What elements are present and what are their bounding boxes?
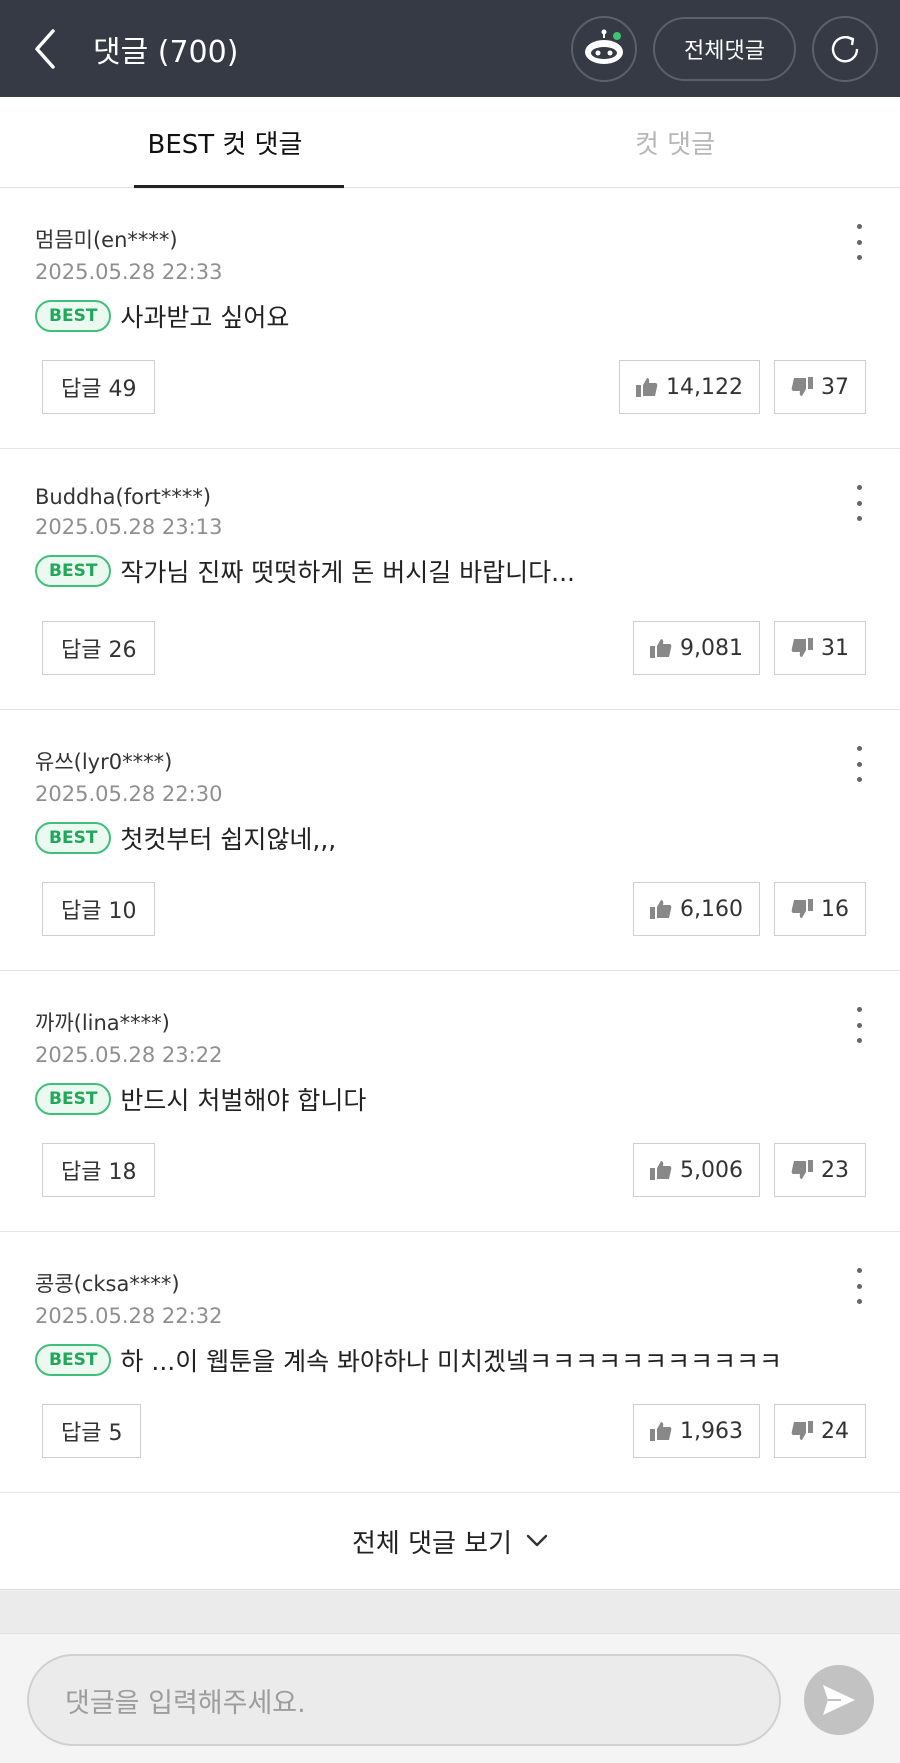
comment-date: 2025.05.28 22:32 — [35, 1304, 223, 1328]
dislike-button[interactable]: 31 — [774, 621, 866, 675]
dislike-count: 16 — [821, 896, 849, 922]
dislike-count: 31 — [821, 635, 849, 661]
page-title: 댓글 (700) — [93, 34, 239, 70]
like-count: 5,006 — [680, 1157, 743, 1183]
all-comments-button[interactable]: 전체댓글 — [653, 16, 796, 81]
like-button[interactable]: 9,081 — [633, 621, 760, 675]
comment-date: 2025.05.28 23:22 — [35, 1043, 223, 1067]
refresh-button[interactable] — [812, 15, 878, 82]
back-button[interactable] — [0, 0, 90, 97]
more-options-icon[interactable] — [848, 485, 870, 521]
tab-best-cut-comments[interactable]: BEST 컷 댓글 — [0, 97, 450, 187]
notification-dot — [613, 31, 621, 40]
reply-button[interactable]: 답글 18 — [42, 1143, 156, 1197]
thumbs-down-icon — [791, 1421, 813, 1440]
comment-text: 하 ...이 웹툰을 계속 봐야하나 미치겠넼ㅋㅋㅋㅋㅋㅋㅋㅋㅋㅋㅋ — [120, 1347, 782, 1376]
thumbs-up-icon — [650, 900, 672, 919]
comment-composer: 댓글을 입력해주세요. — [0, 1633, 900, 1763]
like-count: 1,963 — [680, 1418, 743, 1444]
comment-text: 사과받고 싶어요 — [120, 303, 290, 332]
reply-button[interactable]: 답글 26 — [42, 621, 156, 675]
comment-author: 유쓰(lyr0****) — [35, 750, 173, 774]
tab-label: 컷 댓글 — [634, 129, 716, 160]
comment-date: 2025.05.28 23:13 — [35, 515, 223, 539]
chevron-down-icon — [526, 1534, 548, 1547]
thumbs-down-icon — [791, 899, 813, 918]
best-comments-list: 멈믐미(en****) 2025.05.28 22:33 BEST 사과받고 싶… — [0, 188, 900, 1493]
view-all-comments-button[interactable]: 전체 댓글 보기 — [0, 1493, 900, 1590]
like-count: 6,160 — [680, 896, 743, 922]
section-divider — [0, 1591, 900, 1633]
dislike-count: 37 — [821, 374, 849, 400]
thumbs-up-icon — [650, 1422, 672, 1441]
reply-button[interactable]: 답글 5 — [42, 1404, 142, 1458]
comment-author: 멈믐미(en****) — [35, 228, 178, 252]
comment-item: 멈믐미(en****) 2025.05.28 22:33 BEST 사과받고 싶… — [0, 188, 900, 449]
thumbs-down-icon — [791, 377, 813, 396]
best-badge: BEST — [35, 555, 112, 587]
best-badge: BEST — [35, 1083, 112, 1115]
dislike-button[interactable]: 16 — [774, 882, 866, 936]
comment-item: 까까(lina****) 2025.05.28 23:22 BEST 반드시 처… — [0, 971, 900, 1232]
thumbs-down-icon — [791, 638, 813, 657]
comment-author: 까까(lina****) — [35, 1011, 170, 1035]
comment-text: 작가님 진짜 떳떳하게 돈 버시길 바랍니다... — [120, 558, 575, 587]
tab-cut-comments[interactable]: 컷 댓글 — [450, 97, 900, 187]
comment-item: Buddha(fort****) 2025.05.28 23:13 BEST 작… — [0, 449, 900, 710]
comment-tabs: BEST 컷 댓글 컷 댓글 — [0, 97, 900, 189]
comment-author: 콩콩(cksa****) — [35, 1272, 180, 1296]
more-options-icon[interactable] — [848, 746, 870, 782]
reply-button[interactable]: 답글 10 — [42, 882, 156, 936]
more-options-icon[interactable] — [848, 1268, 870, 1304]
send-icon — [823, 1685, 855, 1715]
like-button[interactable]: 14,122 — [619, 360, 760, 414]
top-bar: 댓글 (700) 전체댓글 — [0, 0, 900, 97]
thumbs-up-icon — [650, 1161, 672, 1180]
comment-author: Buddha(fort****) — [35, 485, 212, 509]
dislike-button[interactable]: 24 — [774, 1404, 866, 1458]
like-count: 9,081 — [680, 635, 743, 661]
like-count: 14,122 — [666, 374, 743, 400]
comment-item: 유쓰(lyr0****) 2025.05.28 22:30 BEST 첫컷부터 … — [0, 710, 900, 971]
clean-bot-button[interactable] — [571, 15, 637, 82]
comment-text: 반드시 처벌해야 합니다 — [120, 1086, 367, 1115]
comment-item: 콩콩(cksa****) 2025.05.28 22:32 BEST 하 ...… — [0, 1232, 900, 1493]
best-badge: BEST — [35, 822, 112, 854]
best-badge: BEST — [35, 300, 112, 332]
best-badge: BEST — [35, 1344, 112, 1376]
dislike-count: 23 — [821, 1157, 849, 1183]
refresh-icon — [831, 35, 859, 62]
more-options-icon[interactable] — [848, 224, 870, 260]
comment-date: 2025.05.28 22:30 — [35, 782, 223, 806]
send-button[interactable] — [804, 1665, 874, 1735]
thumbs-up-icon — [636, 378, 658, 397]
comment-date: 2025.05.28 22:33 — [35, 260, 223, 284]
thumbs-up-icon — [650, 639, 672, 658]
comment-input[interactable]: 댓글을 입력해주세요. — [27, 1654, 781, 1746]
dislike-count: 24 — [821, 1418, 849, 1444]
like-button[interactable]: 5,006 — [633, 1143, 760, 1197]
like-button[interactable]: 1,963 — [633, 1404, 760, 1458]
back-arrow-icon — [35, 28, 55, 69]
dislike-button[interactable]: 23 — [774, 1143, 866, 1197]
comment-text: 첫컷부터 쉽지않네,,, — [120, 825, 337, 854]
reply-button[interactable]: 답글 49 — [42, 360, 156, 414]
more-options-icon[interactable] — [848, 1007, 870, 1043]
dislike-button[interactable]: 37 — [774, 360, 866, 414]
view-all-label: 전체 댓글 보기 — [351, 1528, 513, 1559]
like-button[interactable]: 6,160 — [633, 882, 760, 936]
tab-label: BEST 컷 댓글 — [147, 129, 303, 160]
thumbs-down-icon — [791, 1160, 813, 1179]
